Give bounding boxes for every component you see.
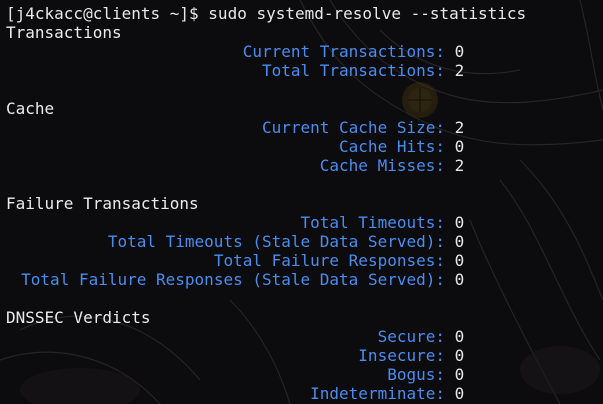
stat-value: 0 — [454, 213, 465, 232]
stat-label: Current Transactions: — [242, 42, 445, 61]
command-text: sudo systemd-resolve --statistics — [208, 4, 527, 23]
section-title-transactions: Transactions — [6, 23, 122, 42]
stat-row: Cache Hits: 0 — [6, 137, 603, 156]
stat-value: 0 — [454, 42, 465, 61]
stat-row: Current Transactions: 0 — [6, 42, 603, 61]
stat-row: Cache Misses: 2 — [6, 156, 603, 175]
stat-row: Secure: 0 — [6, 327, 603, 346]
stat-value: 0 — [454, 137, 465, 156]
stat-label: Total Failure Responses (Stale Data Serv… — [21, 270, 445, 289]
stat-label: Total Failure Responses: — [213, 251, 445, 270]
stat-label: Total Timeouts (Stale Data Served): — [107, 232, 445, 251]
section-title-dnssec-verdicts: DNSSEC Verdicts — [6, 308, 151, 327]
stat-value: 0 — [454, 365, 465, 384]
stat-row: Total Timeouts: 0 — [6, 213, 603, 232]
shell-prompt: [j4ckacc@clients ~]$ — [6, 4, 199, 23]
section-title-cache: Cache — [6, 99, 55, 118]
stat-row: Total Transactions: 2 — [6, 61, 603, 80]
stat-label: Bogus: — [387, 365, 445, 384]
stat-row: Indeterminate: 0 — [6, 384, 603, 403]
stat-label: Total Timeouts: — [300, 213, 446, 232]
stat-row: Total Timeouts (Stale Data Served): 0 — [6, 232, 603, 251]
stat-value: 0 — [454, 251, 465, 270]
stat-label: Cache Misses: — [319, 156, 445, 175]
stat-row: Bogus: 0 — [6, 365, 603, 384]
stat-label: Secure: — [377, 327, 445, 346]
stat-value: 0 — [454, 384, 465, 403]
stat-row: Insecure: 0 — [6, 346, 603, 365]
stat-value: 2 — [454, 156, 465, 175]
terminal-output: [j4ckacc@clients ~]$ sudo systemd-resolv… — [6, 4, 603, 403]
stat-value: 2 — [454, 118, 465, 137]
stat-label: Cache Hits: — [339, 137, 445, 156]
stat-label: Current Cache Size: — [261, 118, 445, 137]
stat-label: Total Transactions: — [261, 61, 445, 80]
stat-value: 2 — [454, 61, 465, 80]
stat-value: 0 — [454, 270, 465, 289]
stat-value: 0 — [454, 232, 465, 251]
stat-row: Total Failure Responses (Stale Data Serv… — [6, 270, 603, 289]
section-title-failure-transactions: Failure Transactions — [6, 194, 199, 213]
command-line: [j4ckacc@clients ~]$ sudo systemd-resolv… — [6, 4, 603, 23]
stat-label: Indeterminate: — [310, 384, 445, 403]
stat-value: 0 — [454, 346, 465, 365]
stat-label: Insecure: — [358, 346, 445, 365]
stat-row: Total Failure Responses: 0 — [6, 251, 603, 270]
stat-row: Current Cache Size: 2 — [6, 118, 603, 137]
stat-value: 0 — [454, 327, 465, 346]
